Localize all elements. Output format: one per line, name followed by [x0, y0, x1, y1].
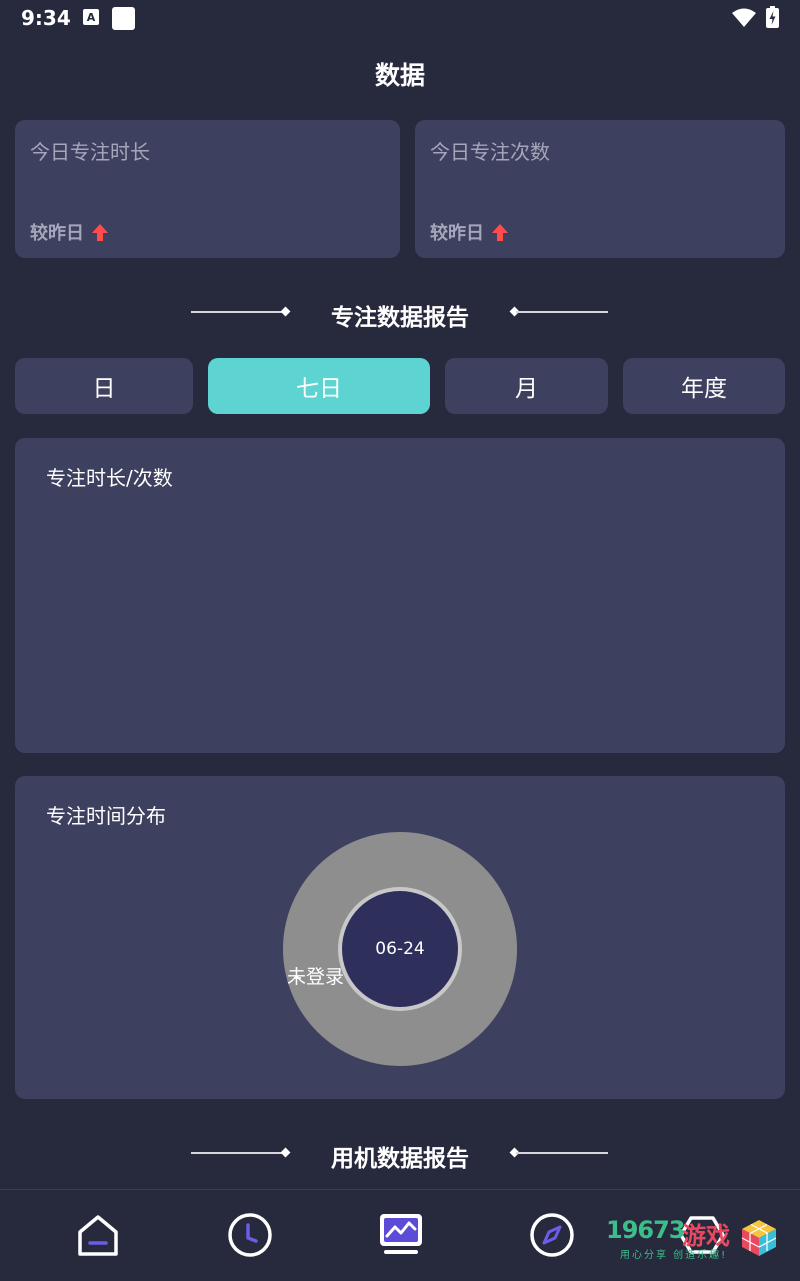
blank-square-icon: [112, 7, 135, 34]
focus-duration-compare: 较昨日: [30, 219, 108, 245]
donut-slice-label: 未登录: [287, 966, 345, 988]
tab-label: 日: [92, 376, 116, 402]
divider-line: [516, 1152, 608, 1154]
duration-chart-card: 专注时长/次数: [15, 438, 785, 753]
usage-report-title: 用机数据报告: [331, 1146, 469, 1172]
tab-month[interactable]: 月: [445, 358, 608, 414]
tab-day[interactable]: 日: [15, 358, 193, 414]
status-bar: 9:34 A: [0, 0, 800, 38]
nav-data[interactable]: [376, 1210, 426, 1260]
focus-duration-card: 今日专注时长 较昨日: [15, 120, 400, 258]
page-title: 数据: [374, 61, 425, 90]
wifi-icon: [732, 8, 756, 32]
focus-report-header: 专注数据报告: [0, 292, 800, 332]
focus-duration-label: 今日专注时长: [30, 140, 150, 164]
tab-label: 七日: [296, 376, 342, 402]
nav-discover[interactable]: [527, 1210, 577, 1260]
data-chart-icon: [380, 1214, 422, 1254]
battery-charging-icon: [766, 6, 779, 32]
distribution-chart-title: 专注时间分布: [46, 804, 166, 828]
tab-label: 年度: [681, 376, 727, 402]
watermark-slogan: 用心分享 创造乐趣!: [620, 1250, 728, 1261]
distribution-chart-card: 专注时间分布 06-24 未登录: [15, 776, 785, 1099]
usage-report-header: 用机数据报告: [0, 1133, 800, 1173]
watermark-number: 19673: [606, 1216, 685, 1244]
compass-icon: [530, 1213, 574, 1257]
arrow-up-icon: [92, 223, 108, 241]
duration-chart-title: 专注时长/次数: [46, 466, 173, 490]
focus-count-label: 今日专注次数: [430, 140, 550, 164]
focus-count-compare: 较昨日: [430, 219, 508, 245]
watermark-logo: 19673 游戏 用心分享 创造乐趣!: [606, 1216, 786, 1264]
home-icon: [78, 1215, 118, 1256]
nav-timer[interactable]: [225, 1210, 275, 1260]
keyboard-a-icon: A: [82, 7, 100, 31]
tab-seven-days[interactable]: 七日: [208, 358, 430, 414]
svg-text:A: A: [87, 11, 96, 24]
focus-count-card: 今日专注次数 较昨日: [415, 120, 785, 258]
status-time: 9:34: [21, 6, 71, 30]
tab-label: 月: [515, 376, 538, 402]
tab-year[interactable]: 年度: [623, 358, 785, 414]
compare-label: 较昨日: [30, 223, 84, 244]
arrow-up-icon: [492, 223, 508, 241]
compare-label: 较昨日: [430, 223, 484, 244]
cube-logo-icon: [741, 1220, 777, 1256]
divider-line: [516, 311, 608, 313]
nav-home[interactable]: [73, 1210, 123, 1260]
clock-icon: [228, 1213, 272, 1257]
donut-center-date: 06-24: [375, 939, 425, 959]
focus-report-title: 专注数据报告: [331, 305, 469, 331]
